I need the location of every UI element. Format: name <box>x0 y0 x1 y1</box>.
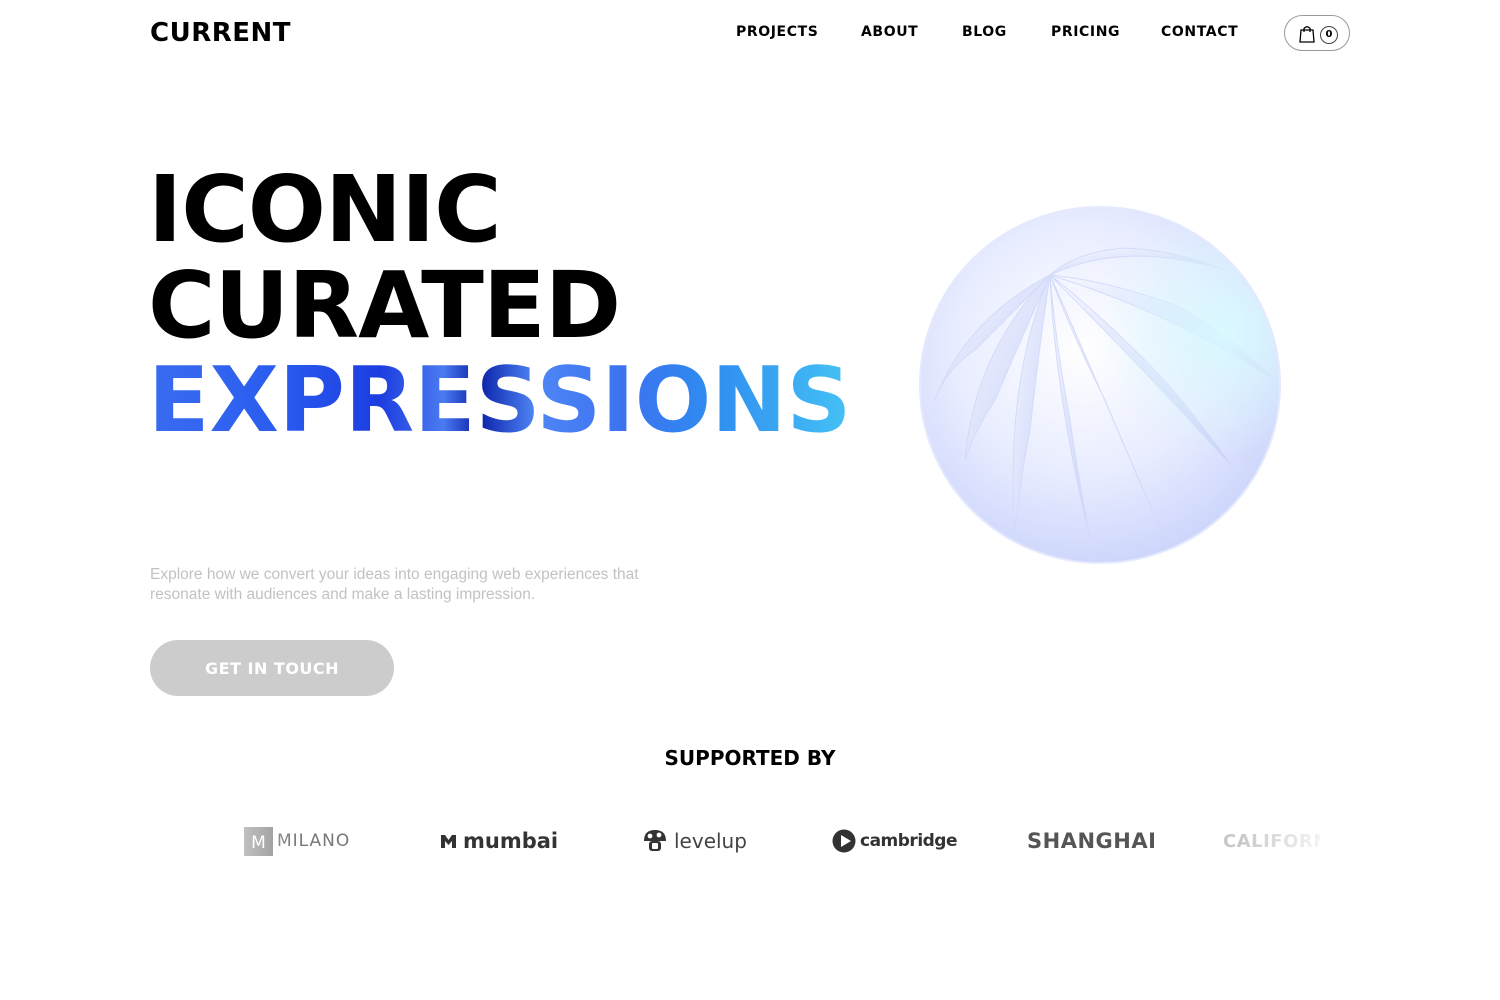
partner-logo-california[interactable]: CALIFORN <box>1223 825 1320 857</box>
partner-name: SHANGHAI <box>1027 829 1157 853</box>
partner-name: levelup <box>674 829 747 853</box>
m-square-icon: M <box>244 826 273 856</box>
play-circle-icon <box>832 829 856 853</box>
get-in-touch-button[interactable]: GET IN TOUCH <box>150 640 394 696</box>
nav-contact[interactable]: CONTACT <box>1161 24 1238 40</box>
partner-logo-levelup[interactable]: levelup <box>642 825 747 857</box>
partner-logo-cambridge[interactable]: cambridge <box>832 825 958 857</box>
partner-logo-mumbai[interactable]: mumbai <box>440 825 558 857</box>
partner-name: MILANO <box>277 831 351 851</box>
shopping-bag-icon <box>1299 26 1315 43</box>
mushroom-icon <box>644 830 666 851</box>
partner-logo-shanghai[interactable]: SHANGHAI <box>1027 825 1156 857</box>
hero-title-line-2: CURATED <box>148 252 621 359</box>
hero-description: Explore how we convert your ideas into e… <box>150 566 639 603</box>
partner-logo-milano[interactable]: M MILANO <box>244 825 350 857</box>
supported-by-heading: SUPPORTED BY <box>664 746 836 770</box>
partner-name: CALIFORN <box>1223 830 1320 852</box>
nav-pricing[interactable]: PRICING <box>1051 24 1120 40</box>
nav-blog[interactable]: BLOG <box>962 24 1007 40</box>
nav-about[interactable]: ABOUT <box>861 24 918 40</box>
cart-count-badge: 0 <box>1320 26 1338 44</box>
svg-text:M: M <box>251 833 266 853</box>
partner-name: cambridge <box>860 831 958 851</box>
partner-logo-strip: M MILANO mumbai levelup cambridge SHANGH… <box>216 785 1320 885</box>
ribbed-sphere-illustration <box>919 206 1281 564</box>
m-mark-icon <box>441 835 456 848</box>
hero-title-line-1: ICONIC <box>148 156 502 263</box>
landing-page: CURRENT PROJECTS ABOUT BLOG PRICING CONT… <box>0 0 1500 1000</box>
nav-projects[interactable]: PROJECTS <box>736 24 818 40</box>
hero-title-line-3: EXPRESSIONS <box>148 348 852 453</box>
partner-name: mumbai <box>463 829 559 853</box>
cart-button[interactable]: 0 <box>1284 15 1350 51</box>
main-nav: PROJECTS ABOUT BLOG PRICING CONTACT <box>0 24 1500 44</box>
